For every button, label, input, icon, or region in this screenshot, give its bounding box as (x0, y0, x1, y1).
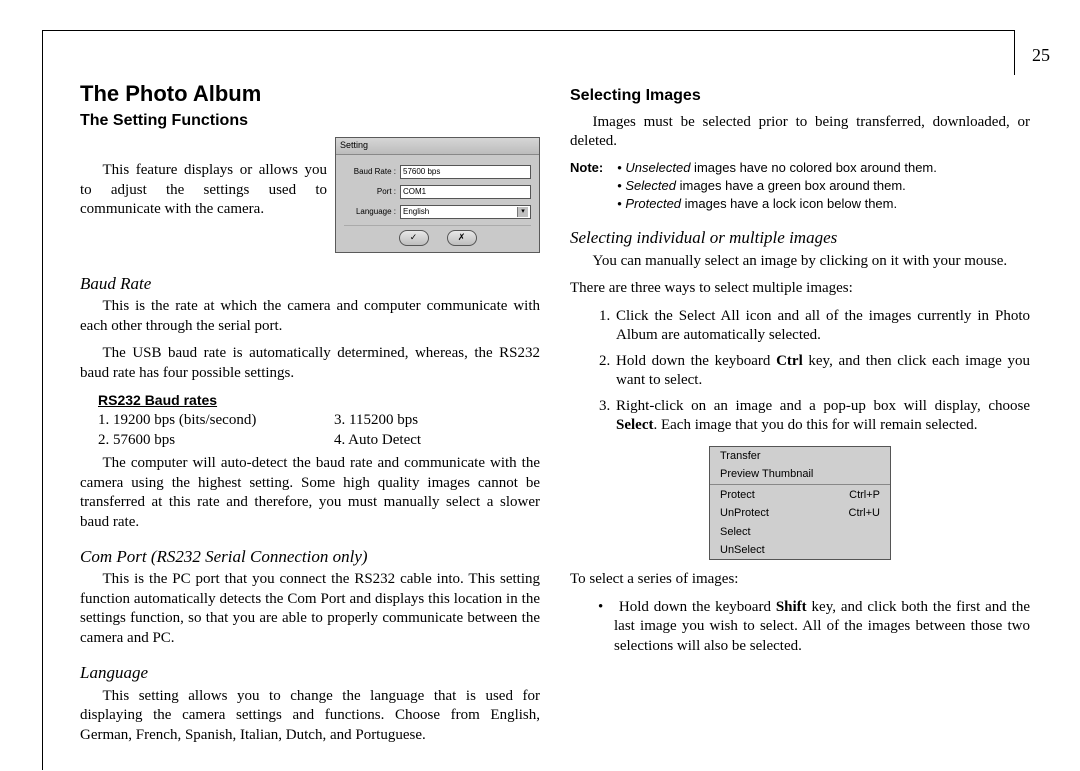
series-key: Shift (776, 599, 807, 615)
baud-cell-2: 2. 57600 bps (98, 431, 304, 451)
menu-shortcut: Ctrl+U (849, 506, 880, 520)
language-label: Language : (344, 207, 396, 217)
baud-p3: The computer will auto-detect the baud r… (80, 454, 540, 532)
note-body: • Unselected images have no colored box … (617, 160, 1030, 214)
dialog-body: Baud Rate : 57600 bps Port : COM1 (336, 155, 539, 252)
series-pre: Hold down the keyboard (619, 599, 776, 615)
note-1-em: Unselected (625, 160, 690, 175)
language-dropdown[interactable]: English ▾ (400, 205, 531, 219)
select-methods-list: Click the Select All icon and all of the… (570, 307, 1030, 436)
li2-key: Ctrl (776, 353, 803, 369)
language-value: English (403, 207, 429, 217)
li3-post: . Each image that you do this for will r… (653, 417, 977, 433)
menu-item-preview[interactable]: Preview Thumbnail (710, 465, 890, 483)
section-title: The Photo Album (80, 80, 540, 109)
select-method-3: Right-click on an image and a pop-up box… (614, 397, 1030, 436)
menu-label: Protect (720, 488, 755, 502)
selecting-images-heading: Selecting Images (570, 86, 1030, 107)
note-3-em: Protected (625, 196, 681, 211)
select-p1: You can manually select an image by clic… (570, 252, 1030, 272)
baud-rate-heading: Baud Rate (80, 273, 540, 295)
note-2-text: images have a green box around them. (676, 178, 906, 193)
menu-label: UnProtect (720, 506, 769, 520)
language-heading: Language (80, 662, 540, 684)
port-label: Port : (344, 187, 396, 197)
ok-button[interactable]: ✓ (399, 230, 429, 246)
menu-item-unselect[interactable]: UnSelect (710, 541, 890, 559)
baud-rate-table: 1. 19200 bps (bits/second) 3. 115200 bps… (98, 411, 540, 450)
section-subtitle: The Setting Functions (80, 111, 540, 132)
baud-rate-label: Baud Rate : (344, 167, 396, 177)
baud-p1: This is the rate at which the camera and… (80, 297, 540, 336)
menu-label: UnSelect (720, 543, 765, 557)
left-column: The Photo Album The Setting Functions Se… (80, 80, 540, 761)
baud-rate-value: 57600 bps (403, 167, 440, 177)
baud-cell-1: 1. 19200 bps (bits/second) (98, 411, 304, 431)
select-method-1: Click the Select All icon and all of the… (614, 307, 1030, 346)
page-number: 25 (1032, 45, 1050, 66)
baud-table-heading: RS232 Baud rates (98, 391, 540, 409)
select-individual-heading: Selecting individual or multiple images (570, 227, 1030, 249)
context-menu-figure: Transfer Preview Thumbnail Protect Ctrl+P… (709, 446, 891, 561)
settings-dialog-figure: Setting Baud Rate : 57600 bps Port : COM… (335, 137, 540, 253)
baud-p2: The USB baud rate is automatically deter… (80, 344, 540, 383)
note-label: Note: (570, 160, 603, 214)
menu-item-protect[interactable]: Protect Ctrl+P (710, 486, 890, 504)
menu-label: Select (720, 525, 751, 539)
baud-rate-field[interactable]: 57600 bps (400, 165, 531, 179)
baud-cell-3: 3. 115200 bps (334, 411, 540, 431)
li3-pre: Right-click on an image and a pop-up box… (616, 398, 1030, 414)
dialog-titlebar: Setting (336, 138, 539, 155)
menu-shortcut: Ctrl+P (849, 488, 880, 502)
port-field[interactable]: COM1 (400, 185, 531, 199)
right-column: Selecting Images Images must be selected… (570, 80, 1030, 761)
baud-cell-4: 4. Auto Detect (334, 431, 540, 451)
select-p2: There are three ways to select multiple … (570, 279, 1030, 299)
chevron-down-icon[interactable]: ▾ (517, 207, 528, 217)
crop-mark-left (42, 30, 43, 770)
li3-key: Select (616, 417, 653, 433)
menu-label: Transfer (720, 449, 761, 463)
series-intro: To select a series of images: (570, 570, 1030, 590)
port-value: COM1 (403, 187, 426, 197)
menu-item-unprotect[interactable]: UnProtect Ctrl+U (710, 504, 890, 522)
com-port-p1: This is the PC port that you connect the… (80, 570, 540, 648)
content-columns: The Photo Album The Setting Functions Se… (80, 80, 1030, 761)
note-3-text: images have a lock icon below them. (681, 196, 897, 211)
select-method-2: Hold down the keyboard Ctrl key, and the… (614, 352, 1030, 391)
menu-item-select[interactable]: Select (710, 523, 890, 541)
menu-item-transfer[interactable]: Transfer (710, 447, 890, 465)
note-1-text: images have no colored box around them. (690, 160, 936, 175)
note-2-em: Selected (625, 178, 676, 193)
series-item: Hold down the keyboard Shift key, and cl… (614, 598, 1030, 657)
selecting-intro: Images must be selected prior to being t… (570, 113, 1030, 152)
note-block: Note: • Unselected images have no colore… (570, 160, 1030, 214)
menu-separator (710, 484, 890, 485)
settings-dialog: Setting Baud Rate : 57600 bps Port : COM… (335, 137, 540, 253)
manual-page: 25 The Photo Album The Setting Functions… (0, 0, 1080, 771)
crop-mark-top (42, 30, 1015, 31)
com-port-heading: Com Port (RS232 Serial Connection only) (80, 546, 540, 568)
language-p1: This setting allows you to change the la… (80, 687, 540, 746)
crop-mark-right (1014, 30, 1015, 75)
menu-label: Preview Thumbnail (720, 467, 813, 481)
cancel-button[interactable]: ✗ (447, 230, 477, 246)
li2-pre: Hold down the keyboard (616, 353, 776, 369)
series-list: Hold down the keyboard Shift key, and cl… (570, 598, 1030, 657)
